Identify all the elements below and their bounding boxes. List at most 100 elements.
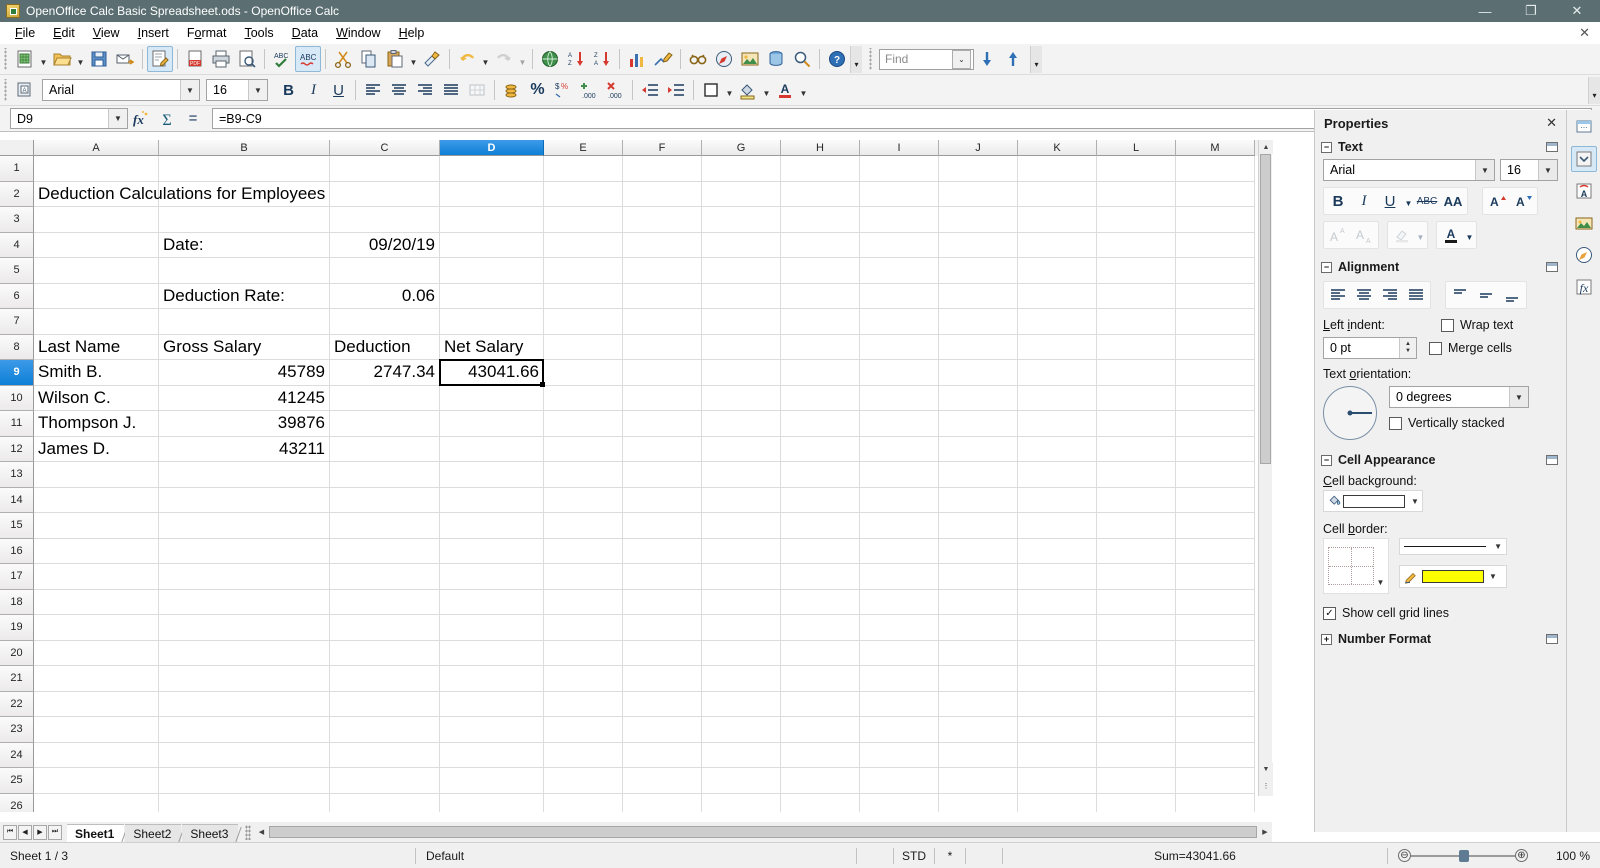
cell-E22[interactable] xyxy=(544,691,623,717)
cell-D7[interactable] xyxy=(440,309,544,335)
cell-F1[interactable] xyxy=(623,156,702,182)
cell-E5[interactable] xyxy=(544,258,623,284)
cell-D2[interactable] xyxy=(440,181,544,207)
name-box[interactable]: D9 ▼ xyxy=(10,108,128,129)
left-indent-spinner[interactable]: 0 pt ▲ ▼ xyxy=(1323,337,1417,359)
cell-I15[interactable] xyxy=(860,513,939,539)
zoom-icon[interactable] xyxy=(789,46,815,72)
menu-edit[interactable]: Edit xyxy=(44,24,84,42)
column-header-B[interactable]: B xyxy=(159,140,330,156)
cell-D24[interactable] xyxy=(440,742,544,768)
menu-insert[interactable]: Insert xyxy=(129,24,178,42)
background-color-icon[interactable] xyxy=(735,77,761,103)
sidebar-font-name-combo[interactable]: Arial ▼ xyxy=(1323,159,1495,181)
cell-C1[interactable] xyxy=(330,156,440,182)
cell-L12[interactable] xyxy=(1097,436,1176,462)
cell-E9[interactable] xyxy=(544,360,623,386)
row-header-7[interactable]: 7 xyxy=(0,309,34,335)
borders-dropdown[interactable]: ▼ xyxy=(724,77,735,103)
cell-K17[interactable] xyxy=(1018,564,1097,590)
cell-B13[interactable] xyxy=(159,462,330,488)
cell-L16[interactable] xyxy=(1097,538,1176,564)
cell-I13[interactable] xyxy=(860,462,939,488)
cell-B1[interactable] xyxy=(159,156,330,182)
cell-G13[interactable] xyxy=(702,462,781,488)
degrees-dropdown[interactable]: ▼ xyxy=(1509,387,1528,407)
cell-E25[interactable] xyxy=(544,768,623,794)
font-name-combo[interactable]: Arial ▼ xyxy=(42,79,200,101)
merge-cells-checkbox[interactable]: Merge cells xyxy=(1429,341,1512,355)
sidebar-align-justified-icon[interactable] xyxy=(1403,283,1429,307)
data-sources-icon[interactable] xyxy=(763,46,789,72)
cell-L19[interactable] xyxy=(1097,615,1176,641)
column-header-D[interactable]: D xyxy=(440,140,544,156)
cell-L24[interactable] xyxy=(1097,742,1176,768)
menu-tools[interactable]: Tools xyxy=(235,24,282,42)
cell-F10[interactable] xyxy=(623,385,702,411)
border-line-style-well[interactable]: ▼ xyxy=(1399,538,1507,555)
sheet-nav-next[interactable]: ▶ xyxy=(33,824,47,840)
cell-I24[interactable] xyxy=(860,742,939,768)
border-line-color-dropdown[interactable]: ▼ xyxy=(1489,572,1497,581)
cell-I25[interactable] xyxy=(860,768,939,794)
cell-I10[interactable] xyxy=(860,385,939,411)
format-currency-icon[interactable] xyxy=(499,77,525,103)
export-pdf-icon[interactable]: PDF xyxy=(182,46,208,72)
cell-B9[interactable]: 45789 xyxy=(159,360,330,386)
insert-mode-status[interactable] xyxy=(857,843,893,868)
cell-C7[interactable] xyxy=(330,309,440,335)
cell-L8[interactable] xyxy=(1097,334,1176,360)
cell-D10[interactable] xyxy=(440,385,544,411)
menu-data[interactable]: Data xyxy=(283,24,327,42)
cell-B4[interactable]: Date: xyxy=(159,232,330,258)
cell-D13[interactable] xyxy=(440,462,544,488)
cell-M8[interactable] xyxy=(1176,334,1255,360)
cell-M2[interactable] xyxy=(1176,181,1255,207)
cell-H14[interactable] xyxy=(781,487,860,513)
sum-status[interactable]: Sum=43041.66 xyxy=(1003,843,1387,868)
cell-F20[interactable] xyxy=(623,640,702,666)
section-header-cell-appearance[interactable]: − Cell Appearance xyxy=(1315,449,1566,471)
column-header-C[interactable]: C xyxy=(330,140,440,156)
cell-G21[interactable] xyxy=(702,666,781,692)
cell-K24[interactable] xyxy=(1018,742,1097,768)
undo-icon[interactable] xyxy=(454,46,480,72)
paste-dropdown[interactable]: ▼ xyxy=(408,46,419,72)
alignment-section-expander[interactable]: − xyxy=(1321,261,1332,273)
section-header-text[interactable]: − Text xyxy=(1315,136,1566,158)
cell-F25[interactable] xyxy=(623,768,702,794)
cell-C17[interactable] xyxy=(330,564,440,590)
cell-K8[interactable] xyxy=(1018,334,1097,360)
cell-D4[interactable] xyxy=(440,232,544,258)
cell-A11[interactable]: Thompson J. xyxy=(34,411,159,437)
cell-H16[interactable] xyxy=(781,538,860,564)
cell-L4[interactable] xyxy=(1097,232,1176,258)
cell-E4[interactable] xyxy=(544,232,623,258)
column-header-M[interactable]: M xyxy=(1176,140,1255,156)
cell-I19[interactable] xyxy=(860,615,939,641)
subscript-icon[interactable]: AA xyxy=(1351,223,1377,247)
cell-B12[interactable]: 43211 xyxy=(159,436,330,462)
cell-H2[interactable] xyxy=(781,181,860,207)
cell-F12[interactable] xyxy=(623,436,702,462)
cell-A16[interactable] xyxy=(34,538,159,564)
cell-G12[interactable] xyxy=(702,436,781,462)
cell-H15[interactable] xyxy=(781,513,860,539)
sidebar-settings-icon[interactable]: ⋯ xyxy=(1571,114,1597,140)
cell-K9[interactable] xyxy=(1018,360,1097,386)
cell-L9[interactable] xyxy=(1097,360,1176,386)
cell-A3[interactable] xyxy=(34,207,159,233)
cell-J5[interactable] xyxy=(939,258,1018,284)
cell-D3[interactable] xyxy=(440,207,544,233)
cell-A19[interactable] xyxy=(34,615,159,641)
minimize-button[interactable]: — xyxy=(1462,0,1508,22)
cell-E20[interactable] xyxy=(544,640,623,666)
cell-I1[interactable] xyxy=(860,156,939,182)
cell-H20[interactable] xyxy=(781,640,860,666)
cell-M7[interactable] xyxy=(1176,309,1255,335)
cell-D25[interactable] xyxy=(440,768,544,794)
cell-J15[interactable] xyxy=(939,513,1018,539)
cell-K11[interactable] xyxy=(1018,411,1097,437)
cell-G19[interactable] xyxy=(702,615,781,641)
cell-B21[interactable] xyxy=(159,666,330,692)
